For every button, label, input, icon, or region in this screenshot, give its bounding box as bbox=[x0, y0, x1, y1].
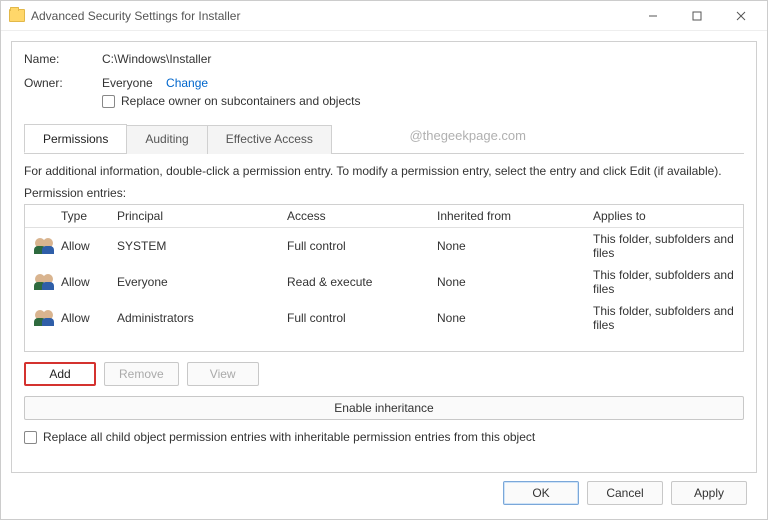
hint-text: For additional information, double-click… bbox=[24, 164, 744, 178]
col-inherited[interactable]: Inherited from bbox=[431, 205, 587, 227]
cell-type: Allow bbox=[55, 307, 111, 329]
dialog-footer: OK Cancel Apply bbox=[11, 473, 757, 513]
name-label: Name: bbox=[24, 52, 102, 66]
tab-effective-access[interactable]: Effective Access bbox=[207, 125, 332, 154]
security-settings-window: Advanced Security Settings for Installer… bbox=[0, 0, 768, 520]
tab-auditing[interactable]: Auditing bbox=[126, 125, 207, 154]
owner-block: Everyone Change Replace owner on subcont… bbox=[102, 76, 360, 108]
principal-icon bbox=[25, 270, 55, 294]
maximize-button[interactable] bbox=[675, 2, 719, 30]
cell-inherited: None bbox=[431, 307, 587, 329]
titlebar: Advanced Security Settings for Installer bbox=[1, 1, 767, 31]
col-icon bbox=[25, 205, 55, 227]
cell-applies: This folder, subfolders and files bbox=[587, 300, 743, 336]
cancel-button[interactable]: Cancel bbox=[587, 481, 663, 505]
window-controls bbox=[631, 2, 763, 30]
replace-all-label: Replace all child object permission entr… bbox=[43, 430, 535, 444]
enable-inheritance-button[interactable]: Enable inheritance bbox=[24, 396, 744, 420]
table-row[interactable]: AllowEveryoneRead & executeNoneThis fold… bbox=[25, 264, 743, 300]
replace-all-checkbox[interactable] bbox=[24, 431, 37, 444]
view-button[interactable]: View bbox=[187, 362, 259, 386]
cell-access: Full control bbox=[281, 307, 431, 329]
change-owner-link[interactable]: Change bbox=[166, 76, 208, 90]
owner-value: Everyone bbox=[102, 76, 153, 90]
cell-principal: Administrators bbox=[111, 307, 281, 329]
cell-applies: This folder, subfolders and files bbox=[587, 264, 743, 300]
cell-applies: This folder, subfolders and files bbox=[587, 228, 743, 264]
cell-type: Allow bbox=[55, 235, 111, 257]
name-value: C:\Windows\Installer bbox=[102, 52, 211, 66]
grid-body: AllowSYSTEMFull controlNoneThis folder, … bbox=[25, 228, 743, 336]
principal-icon bbox=[25, 306, 55, 330]
tab-permissions[interactable]: Permissions bbox=[24, 124, 127, 153]
owner-label: Owner: bbox=[24, 76, 102, 90]
folder-icon bbox=[9, 9, 25, 22]
replace-owner-checkbox[interactable] bbox=[102, 95, 115, 108]
col-access[interactable]: Access bbox=[281, 205, 431, 227]
col-type[interactable]: Type bbox=[55, 205, 111, 227]
close-button[interactable] bbox=[719, 2, 763, 30]
content-area: Name: C:\Windows\Installer Owner: Everyo… bbox=[1, 31, 767, 519]
cell-inherited: None bbox=[431, 235, 587, 257]
enable-inheritance-row: Enable inheritance bbox=[24, 396, 744, 420]
name-row: Name: C:\Windows\Installer bbox=[24, 52, 744, 66]
ok-button[interactable]: OK bbox=[503, 481, 579, 505]
apply-button[interactable]: Apply bbox=[671, 481, 747, 505]
cell-principal: Everyone bbox=[111, 271, 281, 293]
cell-principal: SYSTEM bbox=[111, 235, 281, 257]
principal-icon bbox=[25, 234, 55, 258]
replace-owner-label: Replace owner on subcontainers and objec… bbox=[121, 94, 360, 108]
table-row[interactable]: AllowAdministratorsFull controlNoneThis … bbox=[25, 300, 743, 336]
window-title: Advanced Security Settings for Installer bbox=[31, 9, 631, 23]
col-principal[interactable]: Principal bbox=[111, 205, 281, 227]
remove-button[interactable]: Remove bbox=[104, 362, 179, 386]
main-panel: Name: C:\Windows\Installer Owner: Everyo… bbox=[11, 41, 757, 473]
cell-access: Read & execute bbox=[281, 271, 431, 293]
cell-inherited: None bbox=[431, 271, 587, 293]
replace-owner-row: Replace owner on subcontainers and objec… bbox=[102, 94, 360, 108]
tab-strip: Permissions Auditing Effective Access bbox=[24, 124, 744, 154]
cell-access: Full control bbox=[281, 235, 431, 257]
table-row[interactable]: AllowSYSTEMFull controlNoneThis folder, … bbox=[25, 228, 743, 264]
replace-all-row: Replace all child object permission entr… bbox=[24, 430, 744, 444]
minimize-button[interactable] bbox=[631, 2, 675, 30]
owner-row: Owner: Everyone Change Replace owner on … bbox=[24, 76, 744, 108]
grid-header: Type Principal Access Inherited from App… bbox=[25, 205, 743, 228]
entries-label: Permission entries: bbox=[24, 186, 744, 200]
entry-buttons: Add Remove View bbox=[24, 362, 744, 386]
col-applies[interactable]: Applies to bbox=[587, 205, 743, 227]
cell-type: Allow bbox=[55, 271, 111, 293]
permission-grid: Type Principal Access Inherited from App… bbox=[24, 204, 744, 352]
add-button[interactable]: Add bbox=[24, 362, 96, 386]
